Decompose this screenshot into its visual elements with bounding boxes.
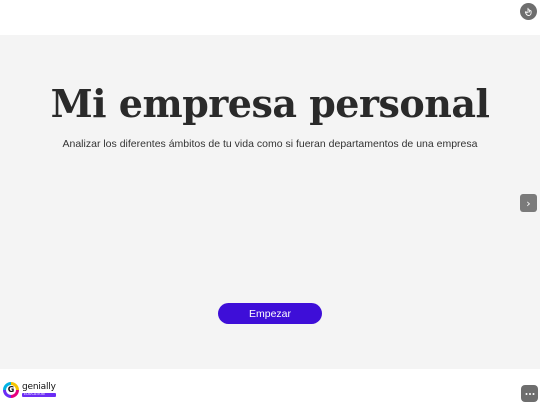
genially-logo-icon: G (3, 382, 19, 398)
top-bar (0, 0, 540, 35)
more-options-button[interactable] (521, 385, 538, 402)
next-slide-button[interactable]: › (520, 194, 537, 212)
brand-name: genially (22, 381, 56, 392)
chevron-right-icon: › (526, 196, 531, 210)
brand-badge: EDUCATION (22, 393, 56, 398)
logo-text-group: genially EDUCATION (22, 381, 56, 398)
page-title: Mi empresa personal (50, 81, 490, 126)
start-button[interactable]: Empezar (218, 303, 322, 324)
page-subtitle: Analizar los diferentes ámbitos de tu vi… (62, 138, 478, 150)
hand-pointer-icon (524, 7, 532, 16)
genially-logo[interactable]: G genially EDUCATION (3, 382, 56, 398)
logo-letter: G (6, 385, 16, 395)
bottom-bar: G genially EDUCATION (0, 369, 540, 405)
more-dots-icon (525, 392, 534, 395)
fullscreen-button[interactable] (520, 3, 537, 20)
presentation-slide: Mi empresa personal Analizar los diferen… (0, 35, 540, 369)
